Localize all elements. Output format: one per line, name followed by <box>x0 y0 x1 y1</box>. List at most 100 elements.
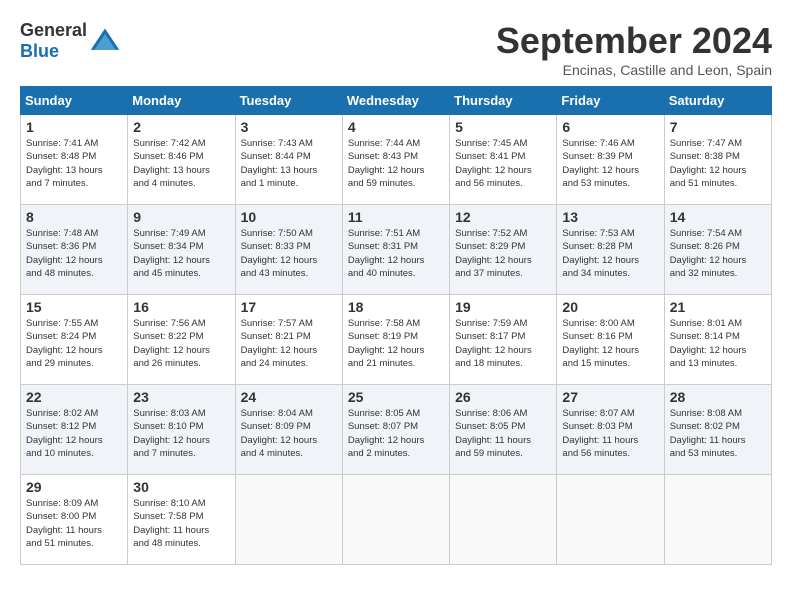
table-row: 7 Sunrise: 7:47 AM Sunset: 8:38 PM Daylig… <box>664 115 771 205</box>
day-info: Sunrise: 8:05 AM Sunset: 8:07 PM Dayligh… <box>348 407 444 460</box>
table-row: 4Sunrise: 7:44 AM Sunset: 8:43 PM Daylig… <box>342 115 449 205</box>
day-info: Sunrise: 7:54 AM Sunset: 8:26 PM Dayligh… <box>670 227 766 280</box>
day-number: 26 <box>455 389 551 405</box>
header-friday: Friday <box>557 87 664 115</box>
table-row: 12Sunrise: 7:52 AM Sunset: 8:29 PM Dayli… <box>450 205 557 295</box>
table-row: 22Sunrise: 8:02 AM Sunset: 8:12 PM Dayli… <box>21 385 128 475</box>
logo-general-text: General <box>20 20 87 40</box>
table-row: 8 Sunrise: 7:48 AM Sunset: 8:36 PM Daylig… <box>21 205 128 295</box>
day-number: 10 <box>241 209 337 225</box>
header-tuesday: Tuesday <box>235 87 342 115</box>
day-number: 22 <box>26 389 122 405</box>
day-number: 30 <box>133 479 229 495</box>
logo-icon <box>89 25 121 57</box>
table-row: 25 Sunrise: 8:05 AM Sunset: 8:07 PM Dayli… <box>342 385 449 475</box>
table-row: 18Sunrise: 7:58 AM Sunset: 8:19 PM Dayli… <box>342 295 449 385</box>
day-info: Sunrise: 7:53 AM Sunset: 8:28 PM Dayligh… <box>562 227 658 280</box>
day-info: Sunrise: 7:47 AM Sunset: 8:38 PM Dayligh… <box>670 137 766 190</box>
day-number: 5 <box>455 119 551 135</box>
table-row <box>450 475 557 565</box>
day-number: 20 <box>562 299 658 315</box>
day-number: 2 <box>133 119 229 135</box>
table-row: 15 Sunrise: 7:55 AM Sunset: 8:24 PM Dayli… <box>21 295 128 385</box>
day-info: Sunrise: 8:04 AM Sunset: 8:09 PM Dayligh… <box>241 407 337 460</box>
table-row: 20 Sunrise: 8:00 AM Sunset: 8:16 PM Dayli… <box>557 295 664 385</box>
day-number: 15 <box>26 299 122 315</box>
day-info: Sunrise: 7:50 AM Sunset: 8:33 PM Dayligh… <box>241 227 337 280</box>
day-info: Sunrise: 8:08 AM Sunset: 8:02 PM Dayligh… <box>670 407 766 460</box>
logo: General Blue <box>20 20 121 62</box>
table-row: 17 Sunrise: 7:57 AM Sunset: 8:21 PM Dayli… <box>235 295 342 385</box>
day-number: 29 <box>26 479 122 495</box>
day-number: 27 <box>562 389 658 405</box>
day-info: Sunrise: 8:00 AM Sunset: 8:16 PM Dayligh… <box>562 317 658 370</box>
day-number: 28 <box>670 389 766 405</box>
day-number: 13 <box>562 209 658 225</box>
day-number: 14 <box>670 209 766 225</box>
day-info: Sunrise: 7:51 AM Sunset: 8:31 PM Dayligh… <box>348 227 444 280</box>
day-number: 17 <box>241 299 337 315</box>
table-row <box>557 475 664 565</box>
table-row <box>235 475 342 565</box>
table-row: 11 Sunrise: 7:51 AM Sunset: 8:31 PM Dayli… <box>342 205 449 295</box>
day-info: Sunrise: 7:42 AM Sunset: 8:46 PM Dayligh… <box>133 137 229 190</box>
logo-blue-text: Blue <box>20 41 59 61</box>
table-row: 16Sunrise: 7:56 AM Sunset: 8:22 PM Dayli… <box>128 295 235 385</box>
table-row <box>342 475 449 565</box>
day-info: Sunrise: 7:55 AM Sunset: 8:24 PM Dayligh… <box>26 317 122 370</box>
day-info: Sunrise: 7:41 AM Sunset: 8:48 PM Dayligh… <box>26 137 122 190</box>
table-row: 29 Sunrise: 8:09 AM Sunset: 8:00 PM Dayli… <box>21 475 128 565</box>
table-row: 19 Sunrise: 7:59 AM Sunset: 8:17 PM Dayli… <box>450 295 557 385</box>
table-row: 14 Sunrise: 7:54 AM Sunset: 8:26 PM Dayli… <box>664 205 771 295</box>
day-number: 21 <box>670 299 766 315</box>
header-sunday: Sunday <box>21 87 128 115</box>
day-info: Sunrise: 7:46 AM Sunset: 8:39 PM Dayligh… <box>562 137 658 190</box>
table-row: 24 Sunrise: 8:04 AM Sunset: 8:09 PM Dayli… <box>235 385 342 475</box>
day-number: 24 <box>241 389 337 405</box>
table-row: 9Sunrise: 7:49 AM Sunset: 8:34 PM Daylig… <box>128 205 235 295</box>
table-row: 28 Sunrise: 8:08 AM Sunset: 8:02 PM Dayli… <box>664 385 771 475</box>
location-subtitle: Encinas, Castille and Leon, Spain <box>496 62 772 78</box>
day-number: 3 <box>241 119 337 135</box>
table-row: 23 Sunrise: 8:03 AM Sunset: 8:10 PM Dayli… <box>128 385 235 475</box>
calendar-week-3: 15 Sunrise: 7:55 AM Sunset: 8:24 PM Dayli… <box>21 295 772 385</box>
calendar-week-1: 1Sunrise: 7:41 AM Sunset: 8:48 PM Daylig… <box>21 115 772 205</box>
day-info: Sunrise: 7:43 AM Sunset: 8:44 PM Dayligh… <box>241 137 337 190</box>
table-row: 3 Sunrise: 7:43 AM Sunset: 8:44 PM Daylig… <box>235 115 342 205</box>
day-info: Sunrise: 8:10 AM Sunset: 7:58 PM Dayligh… <box>133 497 229 550</box>
month-title: September 2024 <box>496 20 772 62</box>
day-number: 18 <box>348 299 444 315</box>
day-number: 25 <box>348 389 444 405</box>
title-area: September 2024 Encinas, Castille and Leo… <box>496 20 772 78</box>
table-row: 13 Sunrise: 7:53 AM Sunset: 8:28 PM Dayli… <box>557 205 664 295</box>
day-number: 19 <box>455 299 551 315</box>
day-info: Sunrise: 8:03 AM Sunset: 8:10 PM Dayligh… <box>133 407 229 460</box>
header-saturday: Saturday <box>664 87 771 115</box>
day-number: 23 <box>133 389 229 405</box>
table-row <box>664 475 771 565</box>
day-info: Sunrise: 7:49 AM Sunset: 8:34 PM Dayligh… <box>133 227 229 280</box>
day-number: 7 <box>670 119 766 135</box>
header-wednesday: Wednesday <box>342 87 449 115</box>
table-row: 26 Sunrise: 8:06 AM Sunset: 8:05 PM Dayli… <box>450 385 557 475</box>
day-info: Sunrise: 8:09 AM Sunset: 8:00 PM Dayligh… <box>26 497 122 550</box>
table-row: 27 Sunrise: 8:07 AM Sunset: 8:03 PM Dayli… <box>557 385 664 475</box>
day-info: Sunrise: 7:45 AM Sunset: 8:41 PM Dayligh… <box>455 137 551 190</box>
header-row: Sunday Monday Tuesday Wednesday Thursday… <box>21 87 772 115</box>
calendar-week-2: 8 Sunrise: 7:48 AM Sunset: 8:36 PM Daylig… <box>21 205 772 295</box>
day-number: 11 <box>348 209 444 225</box>
day-number: 8 <box>26 209 122 225</box>
calendar-week-4: 22Sunrise: 8:02 AM Sunset: 8:12 PM Dayli… <box>21 385 772 475</box>
day-info: Sunrise: 7:48 AM Sunset: 8:36 PM Dayligh… <box>26 227 122 280</box>
day-info: Sunrise: 7:59 AM Sunset: 8:17 PM Dayligh… <box>455 317 551 370</box>
day-number: 4 <box>348 119 444 135</box>
day-info: Sunrise: 7:57 AM Sunset: 8:21 PM Dayligh… <box>241 317 337 370</box>
day-info: Sunrise: 8:06 AM Sunset: 8:05 PM Dayligh… <box>455 407 551 460</box>
table-row: 1Sunrise: 7:41 AM Sunset: 8:48 PM Daylig… <box>21 115 128 205</box>
day-number: 12 <box>455 209 551 225</box>
table-row: 10 Sunrise: 7:50 AM Sunset: 8:33 PM Dayli… <box>235 205 342 295</box>
table-row: 30 Sunrise: 8:10 AM Sunset: 7:58 PM Dayli… <box>128 475 235 565</box>
day-info: Sunrise: 8:01 AM Sunset: 8:14 PM Dayligh… <box>670 317 766 370</box>
day-info: Sunrise: 8:07 AM Sunset: 8:03 PM Dayligh… <box>562 407 658 460</box>
day-number: 6 <box>562 119 658 135</box>
